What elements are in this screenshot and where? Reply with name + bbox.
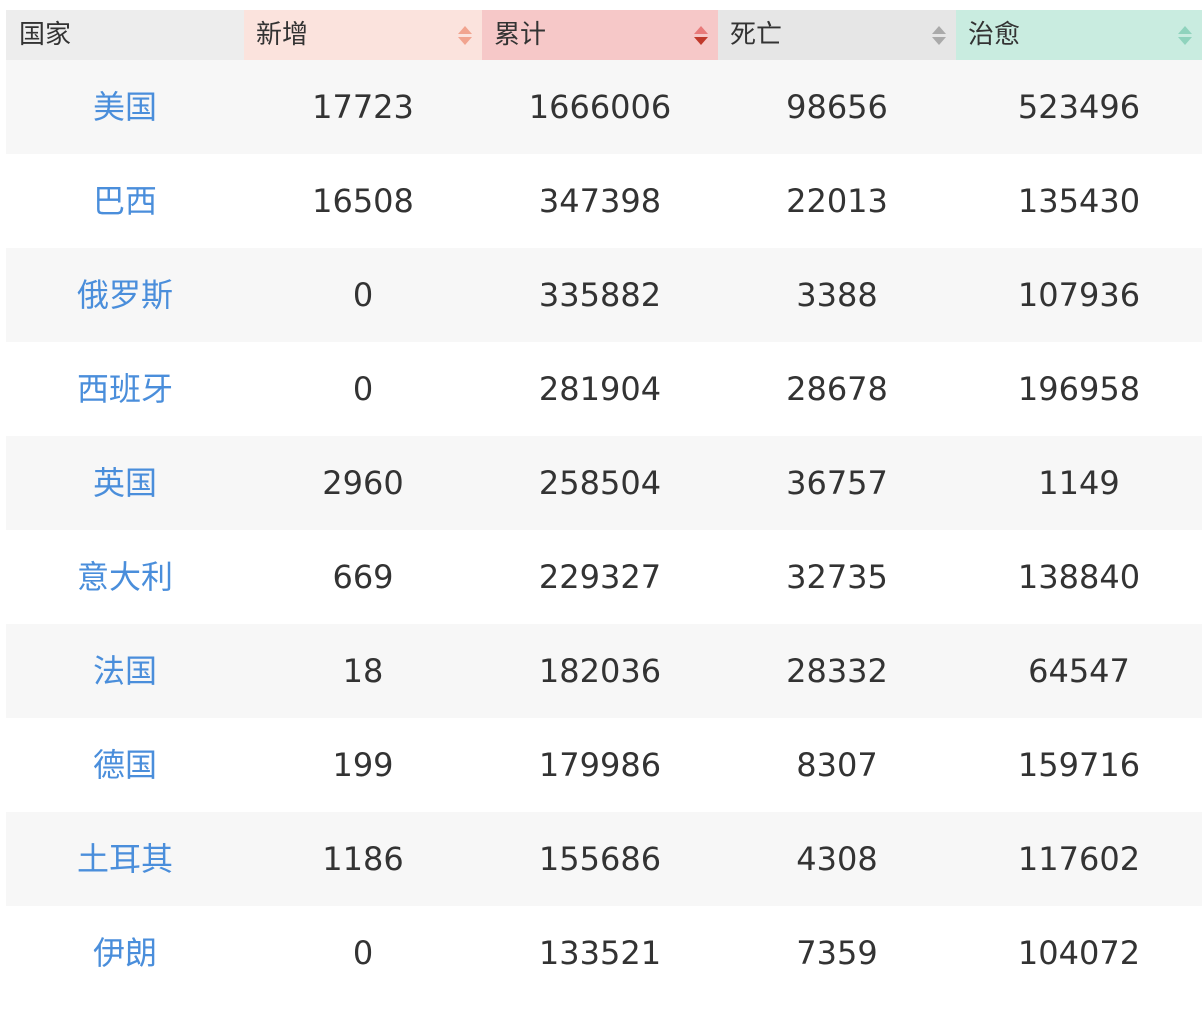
country-link[interactable]: 法国 bbox=[6, 624, 244, 718]
table-row: 巴西 16508 347398 22013 135430 bbox=[6, 154, 1202, 248]
cell-total: 229327 bbox=[538, 558, 662, 596]
cell-total: 155686 bbox=[538, 840, 662, 878]
cell-total: 258504 bbox=[538, 464, 662, 502]
cell-total: 179986 bbox=[538, 746, 662, 784]
column-header-dead[interactable]: 死亡 bbox=[718, 10, 956, 60]
table-row: 美国 17723 1666006 98656 523496 bbox=[6, 60, 1202, 154]
sort-desc-icon bbox=[1178, 37, 1192, 45]
cell-cured: 138840 bbox=[1017, 558, 1141, 596]
country-link[interactable]: 意大利 bbox=[6, 530, 244, 624]
cell-total: 281904 bbox=[538, 370, 662, 408]
table-body: 美国 17723 1666006 98656 523496 巴西 16508 3… bbox=[6, 60, 1202, 1000]
cell-dead: 7359 bbox=[796, 934, 878, 972]
sort-icon[interactable] bbox=[694, 26, 708, 46]
sort-asc-icon bbox=[932, 26, 946, 34]
cell-new: 17723 bbox=[312, 88, 414, 126]
cell-total: 347398 bbox=[538, 182, 662, 220]
cell-new: 1186 bbox=[322, 840, 404, 878]
cell-total: 182036 bbox=[538, 652, 662, 690]
cell-dead: 3388 bbox=[796, 276, 878, 314]
sort-icon[interactable] bbox=[1178, 26, 1192, 46]
sort-icon[interactable] bbox=[932, 26, 946, 46]
table-row: 土耳其 1186 155686 4308 117602 bbox=[6, 812, 1202, 906]
cell-new: 0 bbox=[352, 276, 374, 314]
cell-new: 2960 bbox=[322, 464, 404, 502]
cell-total: 1666006 bbox=[528, 88, 672, 126]
cell-dead: 36757 bbox=[786, 464, 888, 502]
cell-new: 669 bbox=[332, 558, 394, 596]
column-header-cured-label: 治愈 bbox=[968, 20, 1021, 50]
cell-new: 16508 bbox=[312, 182, 414, 220]
cell-dead: 22013 bbox=[786, 182, 888, 220]
cell-total: 133521 bbox=[538, 934, 662, 972]
cell-cured: 64547 bbox=[1028, 652, 1130, 690]
cell-new: 0 bbox=[352, 934, 374, 972]
country-link[interactable]: 土耳其 bbox=[6, 812, 244, 906]
table-row: 法国 18 182036 28332 64547 bbox=[6, 624, 1202, 718]
cell-dead: 8307 bbox=[796, 746, 878, 784]
sort-asc-icon bbox=[1178, 26, 1192, 34]
country-link[interactable]: 俄罗斯 bbox=[6, 248, 244, 342]
cell-dead: 28332 bbox=[786, 652, 888, 690]
table-row: 西班牙 0 281904 28678 196958 bbox=[6, 342, 1202, 436]
sort-desc-icon bbox=[932, 37, 946, 45]
column-header-dead-label: 死亡 bbox=[730, 20, 783, 50]
country-link[interactable]: 巴西 bbox=[6, 154, 244, 248]
sort-asc-icon bbox=[694, 26, 708, 34]
column-header-country: 国家 bbox=[6, 10, 244, 60]
column-header-cured[interactable]: 治愈 bbox=[956, 10, 1202, 60]
country-link[interactable]: 西班牙 bbox=[6, 342, 244, 436]
cell-cured: 1149 bbox=[1038, 464, 1120, 502]
cell-cured: 135430 bbox=[1017, 182, 1141, 220]
table-row: 英国 2960 258504 36757 1149 bbox=[6, 436, 1202, 530]
sort-icon[interactable] bbox=[458, 26, 472, 46]
country-link[interactable]: 德国 bbox=[6, 718, 244, 812]
column-header-total[interactable]: 累计 bbox=[482, 10, 718, 60]
table-row: 德国 199 179986 8307 159716 bbox=[6, 718, 1202, 812]
cell-dead: 32735 bbox=[786, 558, 888, 596]
column-header-new[interactable]: 新增 bbox=[244, 10, 482, 60]
country-stats-table: 国家 新增 累计 死亡 治愈 美国 17723 1666006 98656 52… bbox=[6, 10, 1202, 1000]
table-row: 俄罗斯 0 335882 3388 107936 bbox=[6, 248, 1202, 342]
cell-dead: 28678 bbox=[786, 370, 888, 408]
cell-new: 18 bbox=[342, 652, 384, 690]
country-link[interactable]: 英国 bbox=[6, 436, 244, 530]
cell-dead: 4308 bbox=[796, 840, 878, 878]
cell-cured: 117602 bbox=[1017, 840, 1141, 878]
cell-cured: 523496 bbox=[1017, 88, 1141, 126]
cell-cured: 104072 bbox=[1017, 934, 1141, 972]
table-header: 国家 新增 累计 死亡 治愈 bbox=[6, 10, 1202, 60]
table-row: 伊朗 0 133521 7359 104072 bbox=[6, 906, 1202, 1000]
cell-cured: 196958 bbox=[1017, 370, 1141, 408]
table-row: 意大利 669 229327 32735 138840 bbox=[6, 530, 1202, 624]
sort-desc-icon bbox=[694, 37, 708, 45]
country-link[interactable]: 美国 bbox=[6, 60, 244, 154]
sort-asc-icon bbox=[458, 26, 472, 34]
cell-cured: 107936 bbox=[1017, 276, 1141, 314]
cell-cured: 159716 bbox=[1017, 746, 1141, 784]
sort-desc-icon bbox=[458, 37, 472, 45]
cell-new: 0 bbox=[352, 370, 374, 408]
cell-total: 335882 bbox=[538, 276, 662, 314]
column-header-new-label: 新增 bbox=[256, 20, 309, 50]
cell-new: 199 bbox=[332, 746, 394, 784]
country-link[interactable]: 伊朗 bbox=[6, 906, 244, 1000]
column-header-total-label: 累计 bbox=[494, 20, 547, 50]
cell-dead: 98656 bbox=[786, 88, 888, 126]
